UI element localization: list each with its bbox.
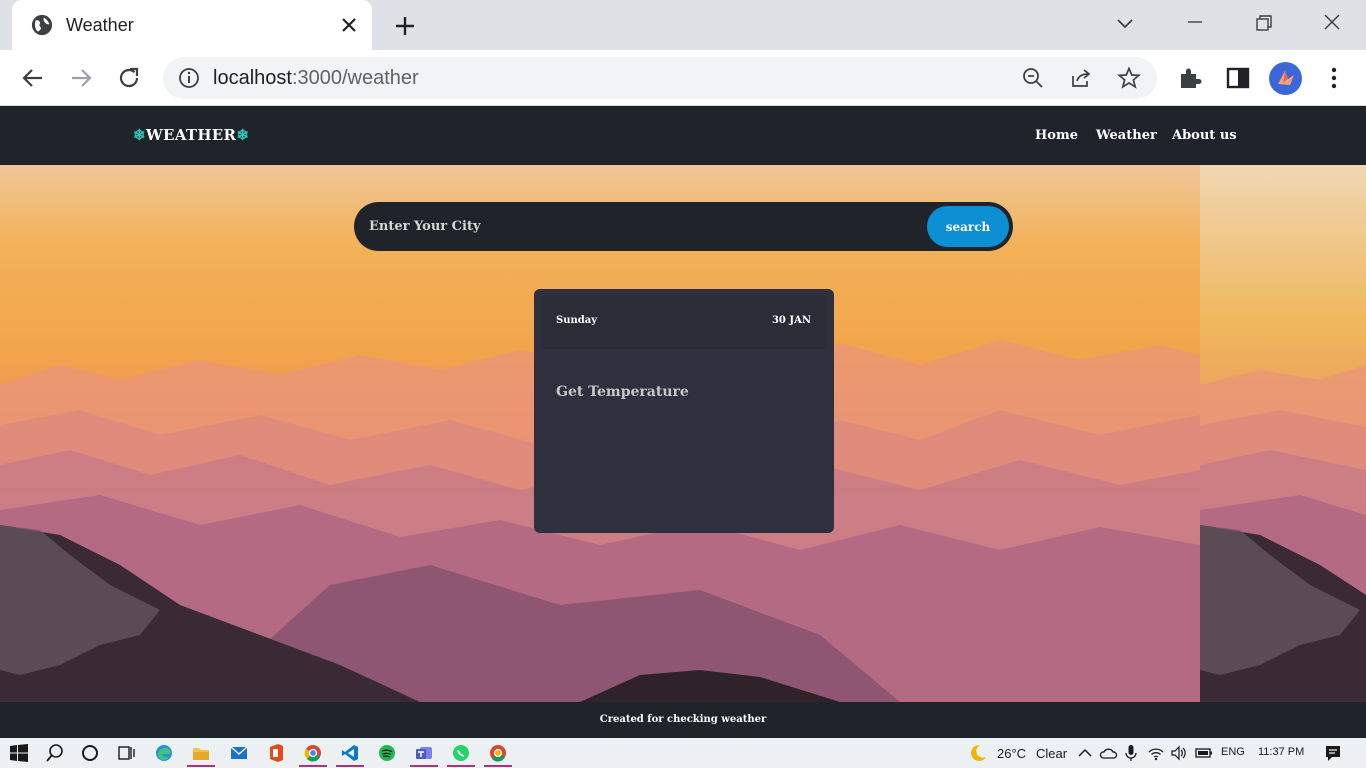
minimize-icon[interactable] <box>1183 12 1207 36</box>
nav-about-us[interactable]: About us <box>1172 128 1237 143</box>
running-indicator <box>299 765 327 767</box>
battery-icon[interactable] <box>1194 743 1214 763</box>
office-icon[interactable] <box>266 743 286 763</box>
browser-toolbar: localhost:3000/weather <box>0 50 1366 106</box>
footer-text: Created for checking weather <box>599 714 767 725</box>
share-icon[interactable] <box>1069 66 1093 90</box>
forward-arrow-icon[interactable] <box>68 65 94 91</box>
snowflake-icon: ❄ <box>133 126 146 144</box>
weather-desc[interactable]: Clear <box>1036 746 1067 761</box>
window-close-icon[interactable] <box>1320 12 1344 36</box>
date-label: 30 JAN <box>771 315 811 326</box>
whatsapp-icon[interactable] <box>451 743 471 763</box>
windows-start-icon[interactable] <box>9 743 29 763</box>
teams-icon[interactable] <box>414 743 434 763</box>
reload-icon[interactable] <box>116 65 142 91</box>
running-indicator <box>484 765 512 767</box>
profile-avatar[interactable] <box>1269 62 1302 95</box>
address-bar[interactable]: localhost:3000/weather <box>163 57 1157 99</box>
site-footer: Created for checking weather <box>0 702 1366 738</box>
edge-icon[interactable] <box>154 743 174 763</box>
running-indicator <box>410 765 438 767</box>
back-arrow-icon[interactable] <box>20 65 46 91</box>
browser-tab[interactable]: Weather <box>12 0 372 50</box>
tab-title: Weather <box>66 15 134 35</box>
day-label: Sunday <box>556 315 598 326</box>
wifi-icon[interactable] <box>1146 743 1166 763</box>
nav-weather[interactable]: Weather <box>1096 128 1157 143</box>
running-indicator <box>336 765 364 767</box>
restore-icon[interactable] <box>1252 12 1276 36</box>
speaker-volume-icon[interactable] <box>1169 743 1189 763</box>
spotify-icon[interactable] <box>377 743 397 763</box>
search-icon[interactable] <box>45 743 65 763</box>
weather-card-header: Sunday 30 JAN <box>541 296 827 349</box>
zoom-icon[interactable] <box>1021 66 1045 90</box>
bookmark-star-icon[interactable] <box>1117 66 1141 90</box>
vscode-icon[interactable] <box>340 743 360 763</box>
side-panel-icon[interactable] <box>1225 65 1251 91</box>
browser-tabstrip: Weather <box>0 0 1366 50</box>
moon-weather-icon[interactable] <box>968 743 988 763</box>
language-indicator[interactable]: ENG <box>1221 746 1245 758</box>
file-explorer-icon[interactable] <box>191 743 211 763</box>
running-indicator <box>447 765 475 767</box>
cortana-icon[interactable] <box>80 743 100 763</box>
tab-search-chevron-icon[interactable] <box>1113 12 1137 36</box>
microphone-icon[interactable] <box>1121 743 1141 763</box>
profile-bird-icon <box>1278 71 1294 85</box>
mail-icon[interactable] <box>229 743 249 763</box>
globe-icon <box>31 14 53 36</box>
site-navbar: ❄WEATHER❄ Home Weather About us <box>0 106 1366 165</box>
weather-temp[interactable]: 26°C <box>997 746 1026 761</box>
chrome-icon[interactable] <box>303 743 323 763</box>
city-search-bar <box>354 202 1013 251</box>
temperature-text: Get Temperature <box>556 384 689 400</box>
notification-center-icon[interactable] <box>1323 743 1343 763</box>
web-page: ❄WEATHER❄ Home Weather About us Enter Yo… <box>0 106 1366 738</box>
city-search-input[interactable] <box>354 202 924 251</box>
task-view-icon[interactable] <box>116 743 136 763</box>
url-path: :3000/weather <box>291 67 419 89</box>
windows-taskbar: 26°C Clear ENG 11:37 PM <box>0 738 1366 768</box>
snowflake-icon: ❄ <box>236 126 250 144</box>
onedrive-cloud-icon[interactable] <box>1098 743 1118 763</box>
running-indicator <box>187 765 215 767</box>
search-button[interactable]: search <box>927 206 1009 247</box>
new-tab-plus-icon[interactable] <box>393 14 417 38</box>
url-host: localhost <box>213 67 292 89</box>
weather-card: Sunday 30 JAN Get Temperature <box>534 289 834 533</box>
more-menu-icon[interactable] <box>1321 65 1347 91</box>
nav-home[interactable]: Home <box>1035 128 1078 143</box>
url-text: localhost:3000/weather <box>213 67 419 90</box>
brand-text: WEATHER <box>145 126 237 144</box>
extensions-puzzle-icon[interactable] <box>1177 65 1203 91</box>
close-icon[interactable] <box>339 15 359 35</box>
site-logo[interactable]: ❄WEATHER❄ <box>133 126 249 144</box>
site-info-icon[interactable] <box>177 66 201 90</box>
chevron-up-icon[interactable] <box>1075 743 1095 763</box>
chrome-profile-icon[interactable] <box>488 743 508 763</box>
clock-time[interactable]: 11:37 PM <box>1258 746 1304 758</box>
